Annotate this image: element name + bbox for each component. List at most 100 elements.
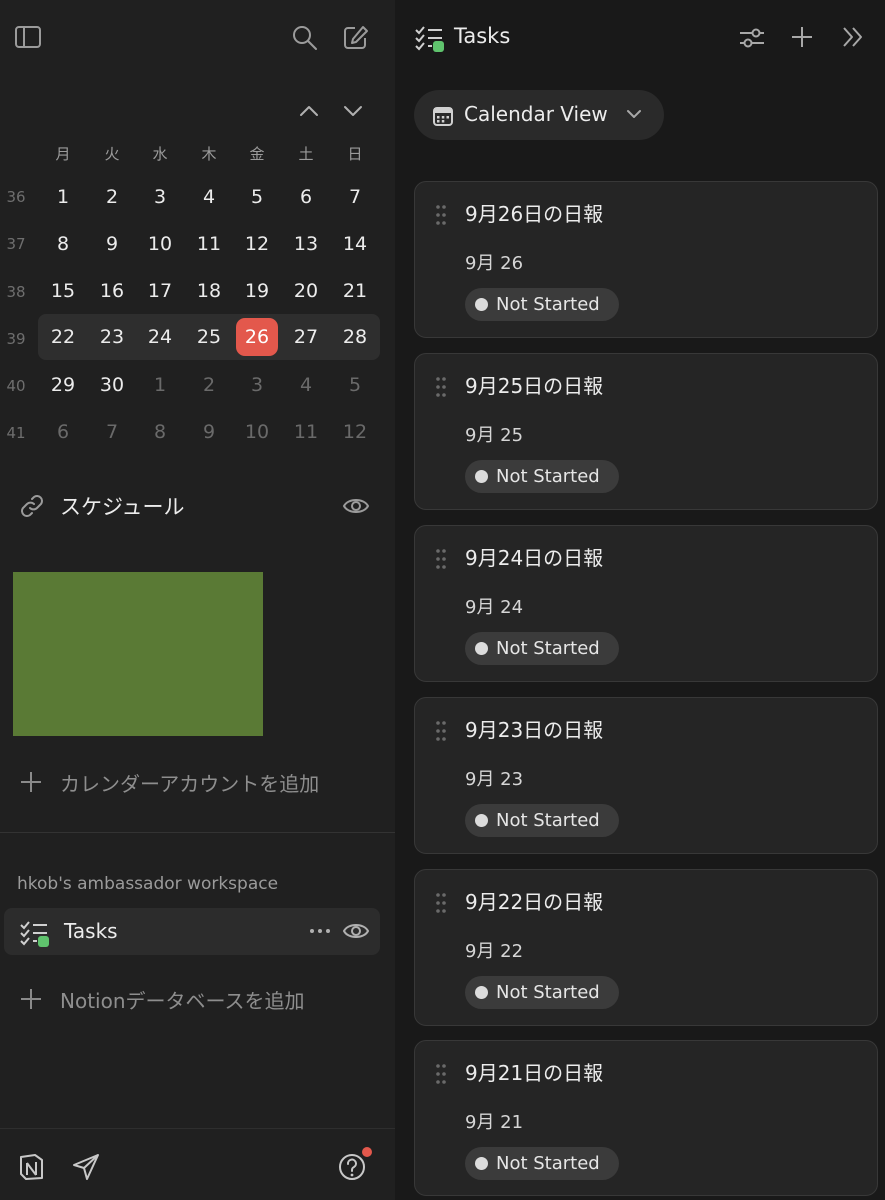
status-badge[interactable]: Not Started	[465, 460, 619, 493]
calendar-day[interactable]: 18	[187, 272, 231, 310]
calendar-day[interactable]: 8	[138, 413, 182, 451]
task-card[interactable]: 9月24日の日報 9月 24 Not Started	[414, 525, 878, 682]
eye-icon[interactable]	[342, 919, 370, 943]
week-number: 37	[6, 235, 26, 253]
status-badge[interactable]: Not Started	[465, 804, 619, 837]
task-card[interactable]: 9月25日の日報 9月 25 Not Started	[414, 353, 878, 510]
calendar-day[interactable]: 9	[90, 225, 134, 263]
collapse-panel-icon[interactable]	[840, 25, 866, 49]
calendar-day[interactable]: 1	[41, 178, 85, 216]
weekday-label: 日	[347, 145, 363, 163]
calendar-day[interactable]: 8	[41, 225, 85, 263]
calendar-day[interactable]: 27	[284, 318, 328, 356]
task-card[interactable]: 9月23日の日報 9月 23 Not Started	[414, 697, 878, 854]
calendar-day[interactable]: 6	[41, 413, 85, 451]
search-icon[interactable]	[291, 24, 319, 52]
week-number: 40	[6, 377, 26, 395]
filter-settings-icon[interactable]	[738, 24, 766, 52]
drag-handle-icon[interactable]	[435, 548, 447, 570]
calendar-day[interactable]: 30	[90, 366, 134, 404]
status-badge[interactable]: Not Started	[465, 976, 619, 1009]
calendar-day[interactable]: 29	[41, 366, 85, 404]
sidebar-item-tasks[interactable]: Tasks	[4, 908, 380, 955]
chevron-up-icon[interactable]	[298, 102, 320, 120]
week-number: 38	[6, 283, 26, 301]
calendar-day[interactable]: 5	[235, 178, 279, 216]
calendar-day[interactable]: 23	[90, 318, 134, 356]
send-icon[interactable]	[71, 1152, 101, 1182]
drag-handle-icon[interactable]	[435, 892, 447, 914]
calendar-day[interactable]: 12	[333, 413, 377, 451]
drag-handle-icon[interactable]	[435, 204, 447, 226]
task-title: 9月22日の日報	[465, 890, 604, 914]
calendar-day[interactable]: 7	[90, 413, 134, 451]
calendar-day[interactable]: 13	[284, 225, 328, 263]
weekday-label: 土	[298, 145, 314, 163]
calendar-day[interactable]: 17	[138, 272, 182, 310]
eye-icon[interactable]	[342, 494, 370, 518]
drag-handle-icon[interactable]	[435, 720, 447, 742]
calendar-day[interactable]: 11	[187, 225, 231, 263]
drag-handle-icon[interactable]	[435, 376, 447, 398]
status-badge[interactable]: Not Started	[465, 1147, 619, 1180]
calendar-day[interactable]: 11	[284, 413, 328, 451]
compose-icon[interactable]	[342, 24, 370, 52]
week-number: 36	[6, 188, 26, 206]
calendar-day[interactable]: 5	[333, 366, 377, 404]
calendar-day[interactable]: 25	[187, 318, 231, 356]
calendar-day[interactable]: 2	[90, 178, 134, 216]
status-badge[interactable]: Not Started	[465, 632, 619, 665]
task-card[interactable]: 9月26日の日報 9月 26 Not Started	[414, 181, 878, 338]
more-icon[interactable]	[308, 921, 332, 941]
calendar-day[interactable]: 24	[138, 318, 182, 356]
help-icon[interactable]	[337, 1145, 375, 1183]
calendar-day[interactable]: 6	[284, 178, 328, 216]
view-selector[interactable]: Calendar View	[414, 90, 664, 140]
notion-icon[interactable]	[17, 1152, 45, 1182]
chevron-down-icon[interactable]	[342, 102, 364, 120]
calendar-day[interactable]: 4	[187, 178, 231, 216]
weekday-label: 月	[55, 145, 71, 163]
calendar-day[interactable]: 3	[138, 178, 182, 216]
calendar-day[interactable]: 2	[187, 366, 231, 404]
calendar-day[interactable]: 3	[235, 366, 279, 404]
task-date: 9月 25	[465, 425, 524, 446]
status-dot-icon	[475, 470, 488, 483]
calendar-day[interactable]: 10	[138, 225, 182, 263]
calendar-day[interactable]: 22	[41, 318, 85, 356]
task-date: 9月 24	[465, 597, 524, 618]
task-card[interactable]: 9月22日の日報 9月 22 Not Started	[414, 869, 878, 1026]
calendar-day-today[interactable]: 26	[236, 318, 278, 356]
week-number: 39	[6, 330, 26, 348]
tasks-icon	[19, 919, 51, 949]
add-calendar-account-button[interactable]: カレンダーアカウントを追加	[60, 768, 319, 797]
add-notion-database-button[interactable]: Notionデータベースを追加	[60, 985, 305, 1014]
status-label: Not Started	[496, 982, 600, 1003]
schedule-title[interactable]: スケジュール	[60, 491, 185, 521]
task-date: 9月 23	[465, 769, 524, 790]
task-title: 9月23日の日報	[465, 718, 604, 742]
calendar-day[interactable]: 4	[284, 366, 328, 404]
calendar-day[interactable]: 7	[333, 178, 377, 216]
calendar-day[interactable]: 21	[333, 272, 377, 310]
task-card[interactable]: 9月21日の日報 9月 21 Not Started	[414, 1040, 878, 1196]
calendar-day[interactable]: 10	[235, 413, 279, 451]
add-icon[interactable]	[790, 25, 814, 49]
calendar-day[interactable]: 12	[235, 225, 279, 263]
calendar-day[interactable]: 14	[333, 225, 377, 263]
calendar-day[interactable]: 28	[333, 318, 377, 356]
plus-icon[interactable]	[19, 770, 43, 794]
calendar-day[interactable]: 1	[138, 366, 182, 404]
status-badge[interactable]: Not Started	[465, 288, 619, 321]
calendar-day[interactable]: 19	[235, 272, 279, 310]
plus-icon[interactable]	[19, 987, 43, 1011]
status-dot-icon	[475, 986, 488, 999]
sidebar-toggle-icon[interactable]	[14, 24, 42, 50]
status-label: Not Started	[496, 466, 600, 487]
task-date: 9月 26	[465, 253, 524, 274]
calendar-day[interactable]: 20	[284, 272, 328, 310]
drag-handle-icon[interactable]	[435, 1063, 447, 1085]
calendar-day[interactable]: 16	[90, 272, 134, 310]
calendar-day[interactable]: 15	[41, 272, 85, 310]
calendar-day[interactable]: 9	[187, 413, 231, 451]
